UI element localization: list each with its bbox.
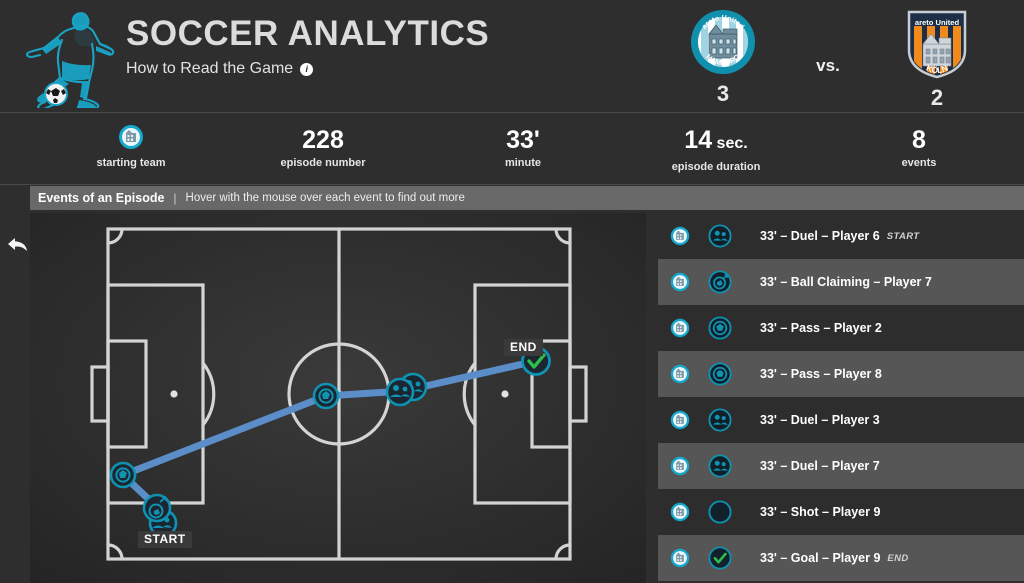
event-row[interactable]: 33' – Goal – Player 9 END [658,535,1024,581]
stat-label: episode number [280,157,366,169]
page-title: SOCCER ANALYTICS [126,14,490,53]
marker-pass-1 [109,461,137,489]
pass-ball-icon [708,316,760,340]
stat-starting-team: starting team [70,124,192,169]
team-badge-hamburg-small-icon [670,364,708,384]
marker-duel-a [385,377,415,407]
info-icon[interactable]: i [300,62,314,76]
event-row[interactable]: 33' – Shot – Player 9 [658,489,1024,535]
event-row[interactable]: 33' – Pass – Player 8 [658,351,1024,397]
event-row[interactable]: 33' – Duel – Player 7 [658,443,1024,489]
section-header-bar: Events of an Episode | Hover with the mo… [30,186,1024,210]
marker-pass-2 [312,382,340,410]
start-label: START [138,531,192,548]
home-team-score: 3 [716,81,730,106]
title-block: SOCCER ANALYTICS How to Read the Game i [126,12,489,80]
starting-team-value [70,124,192,157]
stat-episode-number: 228 episode number [262,125,384,169]
section-title: Events of an Episode [38,191,165,205]
home-team-block[interactable]: areto United HAMBURG 3 [678,8,768,105]
team-badge-hamburg-small-icon [670,272,708,292]
team-badge-hamburg-icon: areto United HAMBURG [678,8,768,81]
team-badge-hamburg-small-icon [670,456,708,476]
ball-claiming-icon [708,270,760,294]
section-separator: | [173,191,177,205]
stat-label: episode duration [671,161,761,173]
stat-episode-duration: 14 sec. episode duration [640,125,792,173]
match-scoreboard: areto United HAMBURG 3 vs. areto United … [664,0,1024,112]
event-tag: END [887,552,909,564]
duel-icon [708,454,760,478]
page-header: SOCCER ANALYTICS How to Read the Game i [0,0,1024,113]
vs-label: vs. [816,56,840,75]
event-text: 33' – Shot – Player 9 [760,505,881,519]
pass-ball-icon [708,362,760,386]
back-arrow-icon[interactable] [6,235,30,255]
team-badge-koeln-icon: areto United KÖLN [892,8,982,85]
event-text: 33' – Goal – Player 9 [760,551,881,565]
event-text: 33' – Duel – Player 3 [760,413,880,427]
duel-icon [708,408,760,432]
event-row[interactable]: 33' – Pass – Player 2 [658,305,1024,351]
duel-icon [708,224,760,248]
event-row[interactable]: 33' – Ball Claiming – Player 7 [658,259,1024,305]
team-badge-hamburg-small-icon [670,226,708,246]
goal-check-icon [708,546,760,570]
stat-value: 14 sec. [640,125,792,159]
duration-number: 14 [684,126,713,154]
stats-bar: starting team 228 episode number 33' min… [0,113,1024,251]
event-list[interactable]: 33' – Duel – Player 6 START 33' – Ball C… [658,213,1024,583]
team-badge-hamburg-small-icon [118,124,144,157]
stat-events: 8 events [858,125,980,169]
event-tag: START [886,230,920,242]
stat-minute: 33' minute [462,125,584,169]
end-label: END [504,339,543,356]
event-row[interactable]: 33' – Duel – Player 3 [658,397,1024,443]
away-team-block[interactable]: areto United KÖLN 2 [892,8,982,109]
stat-value: 8 [912,126,926,154]
pitch-visualization[interactable]: START END [30,213,646,583]
team-badge-hamburg-small-icon [670,318,708,338]
event-row[interactable]: 33' – Duel – Player 6 START [658,213,1024,259]
soccer-analytics-app: SOCCER ANALYTICS How to Read the Game i [0,0,1024,583]
event-text: 33' – Ball Claiming – Player 7 [760,275,932,289]
duration-unit: sec. [712,135,748,152]
marker-start-ball-claiming [142,493,172,523]
stat-value: 33' [506,126,540,154]
event-text: 33' – Duel – Player 6 [760,229,880,243]
svg-text:areto United: areto United [915,18,960,27]
event-text: 33' – Duel – Player 7 [760,459,880,473]
team-badge-hamburg-small-icon [670,410,708,430]
shot-icon [708,500,760,524]
stat-value: 228 [302,126,344,154]
pitch-svg [30,213,646,583]
page-subtitle: How to Read the Game i [126,58,489,80]
team-badge-hamburg-small-icon [670,548,708,568]
team-badge-hamburg-small-icon [670,502,708,522]
stat-label: starting team [96,157,166,169]
stat-label: minute [504,157,542,169]
section-hint: Hover with the mouse over each event to … [185,192,465,204]
event-text: 33' – Pass – Player 8 [760,367,882,381]
event-text: 33' – Pass – Player 2 [760,321,882,335]
away-team-score: 2 [930,85,944,110]
soccer-player-kicking-icon [22,4,122,111]
stat-label: events [901,157,937,169]
page-subtitle-text: How to Read the Game [126,60,294,77]
